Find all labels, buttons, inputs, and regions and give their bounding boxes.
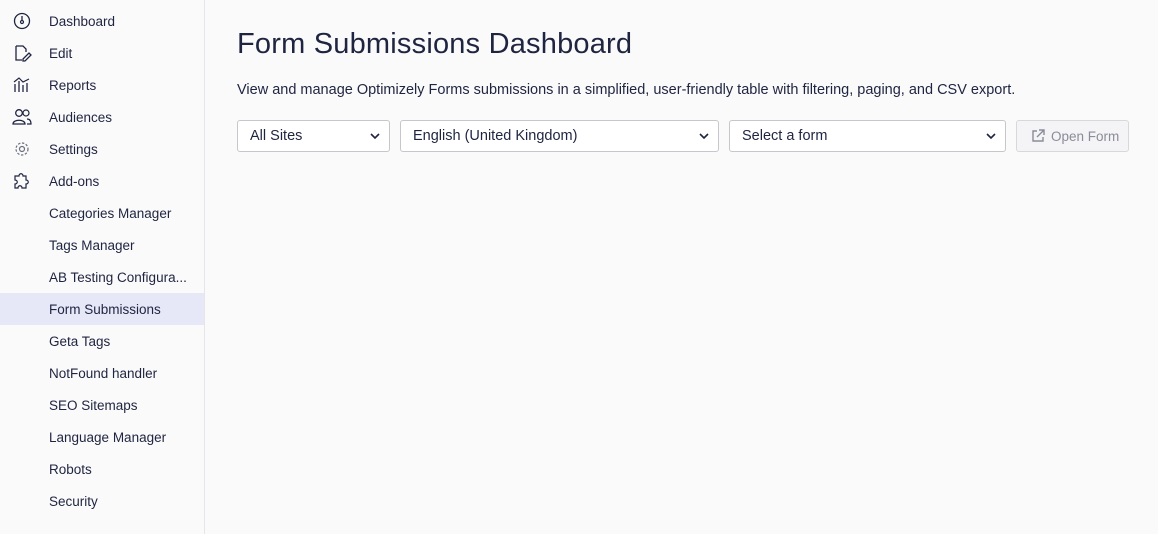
main-content: Form Submissions Dashboard View and mana… [205, 0, 1158, 534]
sidebar-item-audiences[interactable]: Audiences [0, 101, 204, 133]
sidebar-item-label: NotFound handler [49, 365, 158, 381]
sidebar-item-label: Robots [49, 461, 92, 477]
gear-icon [15, 142, 29, 156]
dashboard-icon [13, 12, 31, 30]
sidebar-item-label: Edit [49, 45, 73, 61]
sidebar-item-reports[interactable]: Reports [0, 69, 204, 101]
sidebar-item-settings[interactable]: Settings [0, 133, 204, 165]
sidebar-item-label: Reports [49, 77, 97, 93]
sidebar-item-categories-manager[interactable]: Categories Manager [0, 197, 204, 229]
open-form-label: Open Form [1051, 128, 1120, 144]
sidebar-item-label: AB Testing Configura... [49, 269, 187, 285]
form-select-value: Select a form [742, 128, 828, 144]
sidebar-item-add-ons[interactable]: Add-ons [0, 165, 204, 197]
sidebar-item-edit[interactable]: Edit [0, 37, 204, 69]
sidebar-item-label: Dashboard [49, 13, 116, 29]
sidebar-item-label: Geta Tags [49, 333, 111, 349]
sidebar-item-label: Settings [49, 141, 98, 157]
sidebar-item-label: Audiences [49, 109, 113, 125]
chevron-down-icon [986, 133, 996, 140]
sidebar-item-tags-manager[interactable]: Tags Manager [0, 229, 204, 261]
sidebar-item-label: Tags Manager [49, 237, 135, 253]
sidebar-item-dashboard[interactable]: Dashboard [0, 5, 204, 37]
language-select-value: English (United Kingdom) [413, 128, 578, 144]
sidebar-item-label: SEO Sitemaps [49, 397, 138, 413]
sidebar-item-seo-sitemaps[interactable]: SEO Sitemaps [0, 389, 204, 421]
puzzle-icon [14, 173, 29, 189]
sidebar-item-label: Language Manager [49, 429, 167, 445]
open-form-button[interactable]: Open Form [1016, 120, 1129, 152]
sidebar-item-label: Add-ons [49, 173, 100, 189]
sidebar-item-label: Security [49, 493, 98, 509]
site-select-value: All Sites [250, 128, 303, 144]
form-select[interactable]: Select a form [729, 120, 1006, 152]
page-title: Form Submissions Dashboard [237, 28, 633, 60]
page-description: View and manage Optimizely Forms submiss… [237, 82, 1016, 98]
sidebar-item-robots[interactable]: Robots [0, 453, 204, 485]
reports-icon [13, 77, 30, 92]
sidebar: Dashboard Edit Reports Audiences Setting… [0, 0, 205, 534]
chevron-down-icon [699, 133, 709, 140]
sidebar-item-form-submissions[interactable]: Form Submissions [0, 293, 204, 325]
site-select[interactable]: All Sites [237, 120, 390, 152]
sidebar-item-label: Categories Manager [49, 205, 172, 221]
sidebar-item-label: Form Submissions [49, 301, 161, 317]
sidebar-item-language-manager[interactable]: Language Manager [0, 421, 204, 453]
edit-icon [15, 45, 32, 62]
sidebar-item-notfound-handler[interactable]: NotFound handler [0, 357, 204, 389]
audiences-icon [12, 109, 32, 125]
sidebar-item-ab-testing[interactable]: AB Testing Configura... [0, 261, 204, 293]
language-select[interactable]: English (United Kingdom) [400, 120, 719, 152]
sidebar-item-security[interactable]: Security [0, 485, 204, 517]
chevron-down-icon [370, 133, 380, 140]
external-link-icon [1032, 129, 1045, 142]
sidebar-item-geta-tags[interactable]: Geta Tags [0, 325, 204, 357]
